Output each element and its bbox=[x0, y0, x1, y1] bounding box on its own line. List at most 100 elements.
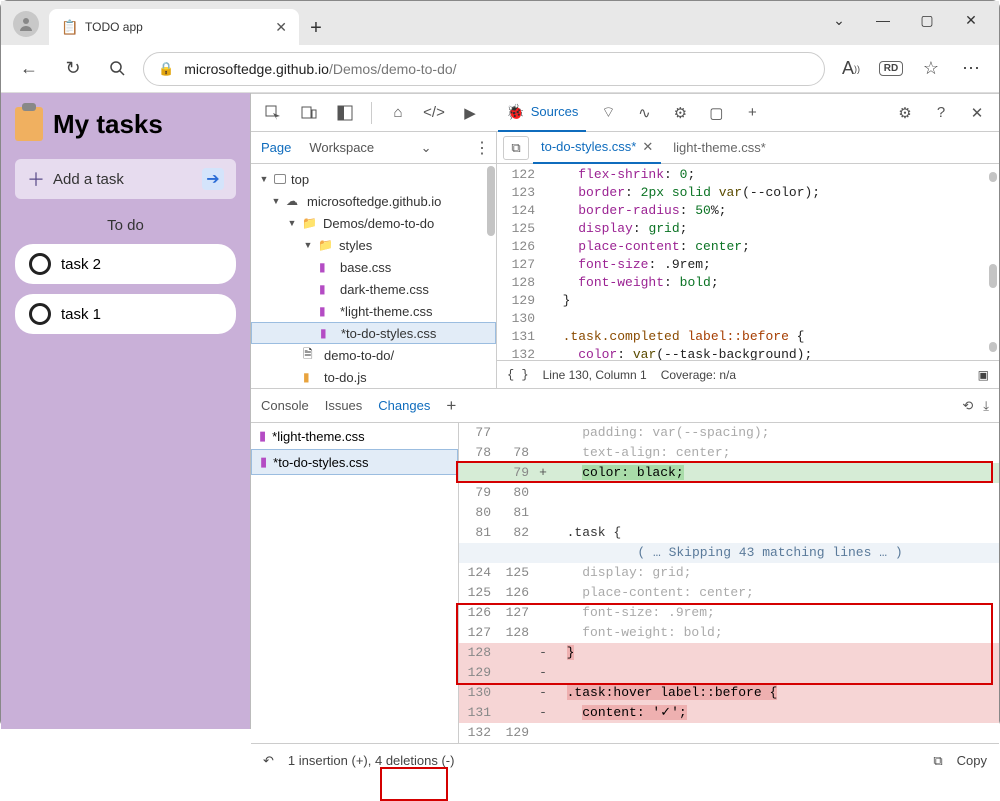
revert-icon[interactable]: ↶ bbox=[263, 753, 274, 769]
plus-icon: ＋ bbox=[27, 166, 45, 192]
nav-tab-page[interactable]: Page bbox=[257, 140, 295, 155]
cursor-position: Line 130, Column 1 bbox=[543, 368, 647, 382]
editor-status-bar: { } Line 130, Column 1 Coverage: n/a ▣ bbox=[497, 360, 999, 388]
devtools: ⌂ </> ▶ 🐞 Sources ⌔ ∿ ⚙ ▢ + ⚙ ? ✕ Page W… bbox=[251, 93, 999, 729]
menu-icon[interactable]: ⋯ bbox=[953, 51, 989, 87]
lock-icon: 🔒 bbox=[158, 61, 174, 77]
drawer-tab-issues[interactable]: Issues bbox=[325, 398, 363, 413]
task-label: task 2 bbox=[61, 256, 101, 273]
tab-title: TODO app bbox=[85, 20, 267, 34]
editor-tab[interactable]: light-theme.css* bbox=[665, 132, 773, 164]
css-file-icon: ▮ bbox=[319, 282, 335, 296]
inspect-icon[interactable] bbox=[259, 99, 287, 127]
refresh-button[interactable]: ↻ bbox=[55, 51, 91, 87]
add-task-input[interactable]: ＋ Add a task ➔ bbox=[15, 159, 236, 199]
drawer-status-bar: ↶ 1 insertion (+), 4 deletions (-) ⧉ Cop… bbox=[251, 743, 999, 777]
more-tabs-icon[interactable]: + bbox=[738, 99, 766, 127]
new-tab-button[interactable]: + bbox=[299, 11, 333, 45]
file-row[interactable]: ▮to-do.js bbox=[251, 366, 496, 388]
devtools-toolbar: ⌂ </> ▶ 🐞 Sources ⌔ ∿ ⚙ ▢ + ⚙ ? ✕ bbox=[251, 94, 999, 132]
checkbox-icon[interactable] bbox=[29, 253, 51, 275]
application-icon[interactable]: ▢ bbox=[702, 99, 730, 127]
navigator-panel: Page Workspace ⌄ ⋮ ▼top ▼☁microsoftedge.… bbox=[251, 132, 497, 388]
profile-avatar[interactable] bbox=[13, 11, 39, 37]
frame-icon bbox=[274, 174, 286, 184]
code-editor[interactable]: 122123124125126127128129130131132 flex-s… bbox=[497, 164, 999, 360]
file-row[interactable]: ▮*to-do-styles.css bbox=[251, 322, 496, 344]
app-panel: My tasks ＋ Add a task ➔ To do task 2 tas… bbox=[1, 93, 251, 729]
file-row[interactable]: ▮*light-theme.css bbox=[251, 300, 496, 322]
titlebar: 📋 TODO app ✕ + ⌄ — ▢ ✕ bbox=[1, 1, 999, 45]
elements-icon[interactable]: </> bbox=[420, 99, 448, 127]
close-tab-icon[interactable]: ✕ bbox=[275, 19, 287, 36]
changes-summary: 1 insertion (+), 4 deletions (-) bbox=[288, 753, 455, 768]
folder-icon: 📁 bbox=[318, 238, 334, 252]
bug-icon: 🐞 bbox=[506, 103, 525, 121]
chevron-down-icon[interactable]: ⌄ bbox=[417, 140, 436, 156]
minimize-icon[interactable]: — bbox=[861, 5, 905, 35]
file-row[interactable]: 🗎demo-to-do/ bbox=[251, 344, 496, 366]
coverage-status: Coverage: n/a bbox=[661, 368, 736, 382]
copy-icon[interactable]: ⧉ bbox=[933, 753, 942, 769]
scrollbar[interactable] bbox=[989, 342, 997, 352]
navigator-toggle-icon[interactable]: ⧉ bbox=[503, 136, 529, 160]
cloud-icon: ☁ bbox=[286, 194, 302, 208]
rd-badge[interactable]: RD bbox=[873, 51, 909, 87]
console-icon[interactable]: ▶ bbox=[456, 99, 484, 127]
scrollbar[interactable] bbox=[487, 166, 495, 236]
css-file-icon: ▮ bbox=[260, 454, 267, 470]
performance-icon[interactable]: ∿ bbox=[630, 99, 658, 127]
settings-icon[interactable]: ⚙ bbox=[666, 99, 694, 127]
add-task-placeholder: Add a task bbox=[53, 171, 202, 188]
add-tab-icon[interactable]: + bbox=[446, 396, 456, 416]
revert-icon[interactable]: ⟲ bbox=[962, 398, 973, 414]
changed-file-row[interactable]: ▮*light-theme.css bbox=[251, 423, 458, 449]
format-icon[interactable]: { } bbox=[507, 368, 529, 382]
submit-arrow-icon[interactable]: ➔ bbox=[202, 168, 224, 190]
changed-file-row[interactable]: ▮*to-do-styles.css bbox=[251, 449, 458, 475]
device-icon[interactable] bbox=[295, 99, 323, 127]
download-icon[interactable]: ⤓ bbox=[983, 398, 989, 414]
welcome-icon[interactable]: ⌂ bbox=[384, 99, 412, 127]
close-window-icon[interactable]: ✕ bbox=[949, 5, 993, 35]
nav-tab-workspace[interactable]: Workspace bbox=[305, 140, 378, 155]
copy-button[interactable]: Copy bbox=[957, 753, 987, 768]
editor-tab[interactable]: to-do-styles.css* ✕ bbox=[533, 132, 661, 164]
network-icon[interactable]: ⌔ bbox=[594, 99, 622, 127]
back-button[interactable]: ← bbox=[11, 51, 47, 87]
file-row[interactable]: ▮dark-theme.css bbox=[251, 278, 496, 300]
search-icon[interactable] bbox=[99, 51, 135, 87]
page-title: My tasks bbox=[53, 109, 163, 140]
file-row[interactable]: ▮base.css bbox=[251, 256, 496, 278]
scrollbar[interactable] bbox=[989, 172, 997, 182]
file-icon: 🗎 bbox=[303, 345, 319, 366]
checkbox-icon[interactable] bbox=[29, 303, 51, 325]
css-file-icon: ▮ bbox=[259, 428, 266, 444]
help-icon[interactable]: ? bbox=[927, 99, 955, 127]
url-text: microsoftedge.github.io/Demos/demo-to-do… bbox=[184, 61, 456, 77]
address-bar: ← ↻ 🔒 microsoftedge.github.io/Demos/demo… bbox=[1, 45, 999, 93]
file-tree[interactable]: ▼top ▼☁microsoftedge.github.io ▼📁Demos/d… bbox=[251, 164, 496, 388]
chevron-down-icon[interactable]: ⌄ bbox=[817, 5, 861, 35]
diff-view[interactable]: 77 padding: var(--spacing);7878 text-ali… bbox=[459, 423, 999, 743]
drawer-tab-changes[interactable]: Changes bbox=[378, 398, 430, 413]
js-file-icon: ▮ bbox=[303, 370, 319, 384]
coverage-icon[interactable]: ▣ bbox=[978, 368, 989, 382]
sources-tab[interactable]: 🐞 Sources bbox=[498, 94, 586, 132]
close-devtools-icon[interactable]: ✕ bbox=[963, 99, 991, 127]
favorite-icon[interactable]: ☆ bbox=[913, 51, 949, 87]
dock-icon[interactable] bbox=[331, 99, 359, 127]
url-input[interactable]: 🔒 microsoftedge.github.io/Demos/demo-to-… bbox=[143, 52, 825, 86]
browser-tab[interactable]: 📋 TODO app ✕ bbox=[49, 9, 299, 45]
gear-icon[interactable]: ⚙ bbox=[891, 99, 919, 127]
task-row[interactable]: task 1 bbox=[15, 294, 236, 334]
task-row[interactable]: task 2 bbox=[15, 244, 236, 284]
read-aloud-icon[interactable]: A)) bbox=[833, 51, 869, 87]
section-heading: To do bbox=[15, 217, 236, 234]
drawer-tab-console[interactable]: Console bbox=[261, 398, 309, 413]
more-icon[interactable]: ⋮ bbox=[474, 138, 490, 158]
scrollbar[interactable] bbox=[989, 264, 997, 288]
close-icon[interactable]: ✕ bbox=[642, 139, 653, 155]
editor-panel: ⧉ to-do-styles.css* ✕ light-theme.css* 1… bbox=[497, 132, 999, 388]
maximize-icon[interactable]: ▢ bbox=[905, 5, 949, 35]
